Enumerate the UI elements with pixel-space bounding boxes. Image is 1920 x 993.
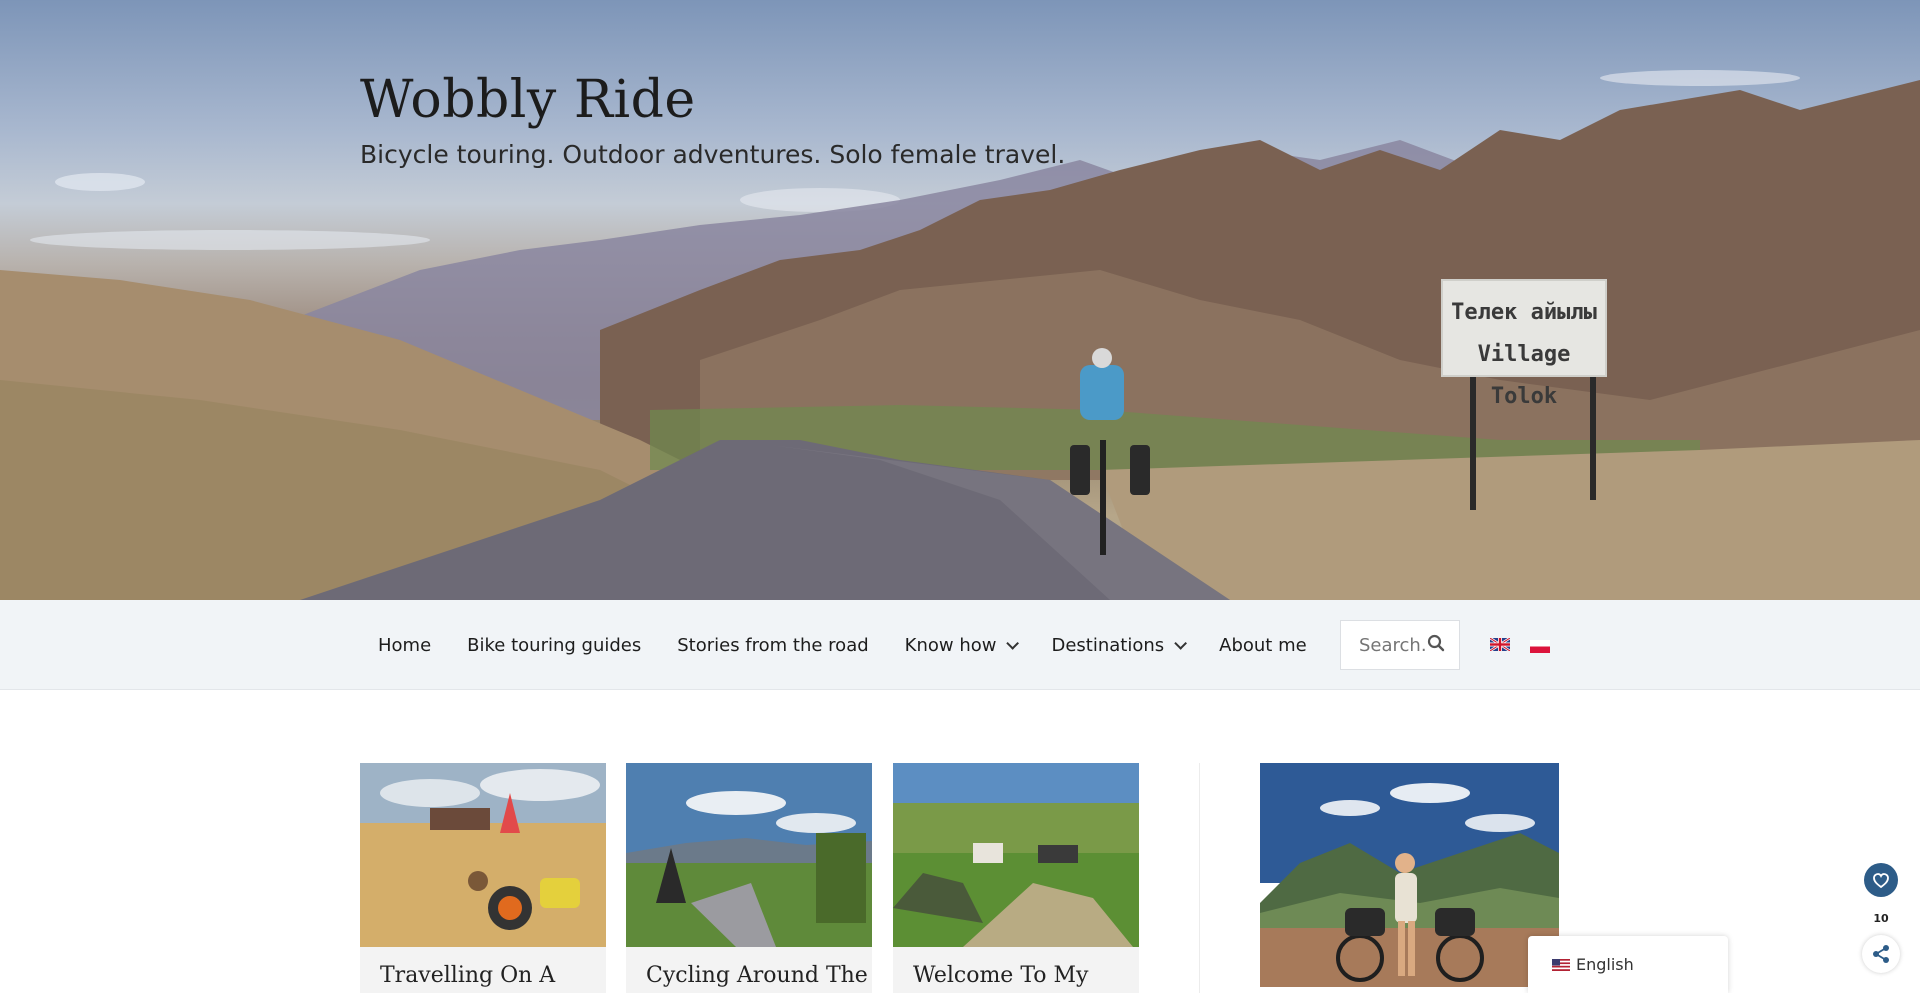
chevron-down-icon <box>1174 636 1188 650</box>
nav-item-about-me[interactable]: About me <box>1201 635 1325 656</box>
post-card[interactable]: Travelling On A <box>360 763 606 993</box>
nav-menu: Home Bike touring guides Stories from th… <box>360 600 1325 690</box>
nav-item-label: Bike touring guides <box>467 634 642 656</box>
post-thumbnail[interactable] <box>626 763 872 947</box>
nav-item-label: About me <box>1219 634 1307 656</box>
sidebar-divider <box>1199 763 1200 993</box>
language-switcher[interactable]: English <box>1528 936 1728 993</box>
like-count: 10 <box>1873 912 1889 925</box>
village-sign-line2: Village Tolok <box>1477 342 1571 409</box>
uk-flag-icon[interactable] <box>1490 638 1510 651</box>
nav-item-home[interactable]: Home <box>360 635 449 656</box>
site-title[interactable]: Wobbly Ride <box>360 70 696 130</box>
hero-landscape-illustration <box>0 70 1920 600</box>
post-card[interactable]: Cycling Around The <box>626 763 872 993</box>
post-card[interactable]: Welcome To My <box>893 763 1139 993</box>
like-button[interactable] <box>1864 863 1898 897</box>
nav-item-label: Home <box>378 634 432 656</box>
village-sign: Телек айылы Village Tolok <box>1446 292 1602 418</box>
nav-item-label: Destinations <box>1051 634 1165 656</box>
main-navigation: Home Bike touring guides Stories from th… <box>0 600 1920 690</box>
share-icon <box>1873 945 1889 963</box>
village-sign-line1: Телек айылы <box>1451 300 1597 325</box>
post-title[interactable]: Travelling On A <box>380 963 555 988</box>
search-form <box>1340 620 1460 670</box>
poland-flag-icon[interactable] <box>1530 640 1550 653</box>
author-photo <box>1260 763 1559 987</box>
chevron-down-icon <box>1006 636 1020 650</box>
nav-item-label: Stories from the road <box>677 634 869 656</box>
nav-item-label: Know how <box>904 634 997 656</box>
post-thumbnail[interactable] <box>893 763 1139 947</box>
post-title[interactable]: Welcome To My <box>913 963 1088 988</box>
search-input[interactable] <box>1341 622 1427 668</box>
share-button[interactable] <box>1862 935 1900 973</box>
nav-item-destinations[interactable]: Destinations <box>1033 635 1201 656</box>
hero-banner: Телек айылы Village Tolok Wobbly Ride Bi… <box>0 0 1920 600</box>
post-title[interactable]: Cycling Around The <box>646 963 868 988</box>
search-icon[interactable] <box>1427 634 1449 656</box>
nav-item-stories-from-the-road[interactable]: Stories from the road <box>659 635 886 656</box>
us-flag-icon <box>1552 958 1570 971</box>
nav-item-know-how[interactable]: Know how <box>887 635 1034 656</box>
language-label: English <box>1576 955 1634 974</box>
heart-icon <box>1873 872 1889 888</box>
site-tagline: Bicycle touring. Outdoor adventures. Sol… <box>360 140 1066 169</box>
post-thumbnail[interactable] <box>360 763 606 947</box>
nav-item-bike-touring-guides[interactable]: Bike touring guides <box>449 635 659 656</box>
